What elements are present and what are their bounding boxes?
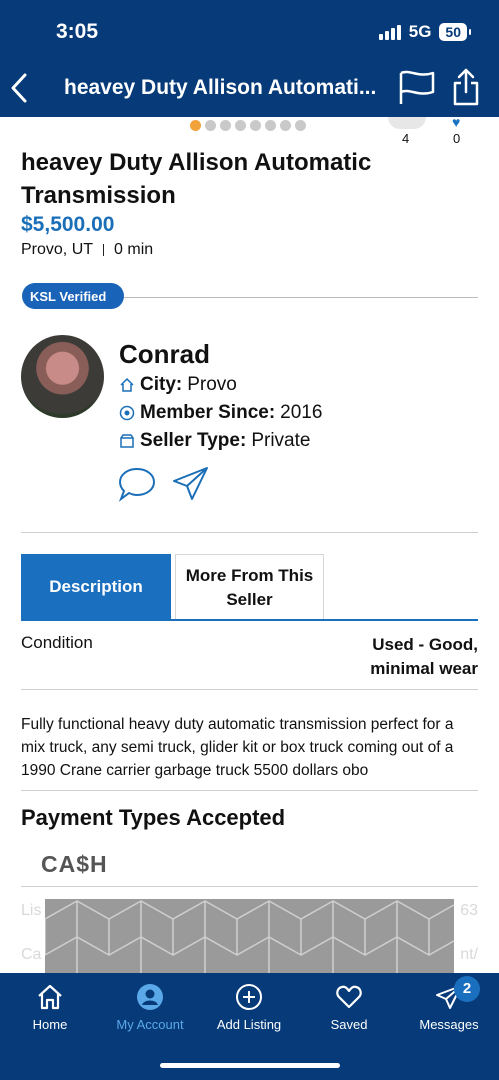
- favorite-heart-icon[interactable]: ♥: [452, 114, 460, 130]
- condition-value: Used - Good, minimal wear: [370, 635, 478, 678]
- seller-city-value: Provo: [187, 374, 237, 395]
- cube-pattern: [45, 900, 454, 974]
- signal-icon: [378, 24, 401, 40]
- network-type: 5G: [408, 22, 432, 41]
- seller-type-value: Private: [251, 430, 311, 451]
- share-icon[interactable]: [452, 68, 480, 106]
- divider: [21, 886, 478, 887]
- tab-saved-label: Saved: [330, 1017, 368, 1032]
- tab-saved[interactable]: Saved: [299, 983, 399, 1032]
- divider: [21, 790, 478, 791]
- messages-count-badge: 2: [454, 976, 480, 1002]
- status-indicators: 5G 50: [378, 22, 471, 42]
- back-chevron-icon[interactable]: [10, 72, 30, 104]
- listing-price: $5,500.00: [21, 213, 115, 236]
- tab-description[interactable]: Description: [21, 554, 171, 620]
- tab-underline: [21, 619, 478, 621]
- tab-messages[interactable]: Messages: [399, 983, 499, 1032]
- tab-home[interactable]: Home: [0, 983, 100, 1032]
- listing-location-row: Provo, UT 0 min: [21, 241, 153, 259]
- seller-member-row: Member Since: 2016: [119, 402, 322, 424]
- ksl-verified-label: KSL Verified: [30, 288, 107, 304]
- ksl-member-icon: [119, 405, 135, 421]
- faded-text: Lis: [21, 902, 42, 919]
- listing-title: heavey Duty Allison Automatic Transmissi…: [21, 149, 372, 209]
- status-time: 3:05: [56, 20, 99, 43]
- separator: [103, 244, 105, 256]
- tab-account-label: My Account: [116, 1017, 184, 1032]
- report-flag-icon[interactable]: [398, 70, 436, 106]
- faded-text: Ca: [21, 946, 42, 963]
- payment-type-cash: CA$H: [41, 851, 108, 877]
- home-icon: [38, 984, 62, 1010]
- seller-city-row: City: Provo: [119, 374, 237, 396]
- ksl-verified-badge: KSL Verified: [22, 283, 124, 309]
- seller-member-label: Member Since:: [140, 402, 276, 423]
- chat-bubble-icon[interactable]: [118, 466, 156, 502]
- home-outline-icon: [120, 377, 134, 392]
- seller-type-row: Seller Type: Private: [119, 430, 310, 452]
- listing-city: Provo, UT: [21, 241, 94, 258]
- tab-messages-label: Messages: [419, 1017, 479, 1032]
- faded-text: 63: [460, 902, 478, 919]
- top-header: 3:05 5G 50 heavey Duty Allison Automati.…: [0, 0, 499, 117]
- send-paper-plane-icon[interactable]: [172, 466, 210, 502]
- favorite-count: 0: [453, 131, 461, 146]
- tab-my-account[interactable]: My Account: [100, 983, 200, 1032]
- tab-add-listing[interactable]: Add Listing: [199, 983, 299, 1032]
- image-count: 4: [402, 131, 410, 146]
- listing-description: Fully functional heavy duty automatic tr…: [21, 716, 454, 779]
- divider: [21, 532, 478, 533]
- tab-home-label: Home: [32, 1017, 68, 1032]
- faded-text: nt/: [460, 946, 478, 963]
- heart-icon: [336, 985, 362, 1009]
- home-indicator[interactable]: [160, 1063, 340, 1068]
- divider: [21, 689, 478, 690]
- gallery-page-dots[interactable]: [190, 120, 306, 131]
- seller-member-value: 2016: [280, 402, 323, 423]
- storefront-icon: [120, 434, 134, 448]
- seller-name[interactable]: Conrad: [119, 339, 210, 370]
- ad-banner[interactable]: [45, 899, 454, 974]
- image-count-button[interactable]: [388, 117, 426, 129]
- condition-label: Condition: [21, 633, 93, 652]
- listing-age: 0 min: [114, 241, 154, 258]
- seller-city-label: City:: [140, 374, 183, 395]
- account-icon: [137, 984, 163, 1010]
- battery-level: 50: [439, 23, 471, 41]
- payment-heading: Payment Types Accepted: [21, 805, 286, 830]
- seller-avatar[interactable]: [21, 335, 104, 418]
- nav-title: heavey Duty Allison Automati...: [64, 76, 377, 99]
- tab-add-label: Add Listing: [216, 1017, 282, 1032]
- tab-more-from-seller[interactable]: More From This Seller: [175, 554, 324, 620]
- seller-type-label: Seller Type:: [140, 430, 247, 451]
- add-circle-icon: [236, 984, 262, 1010]
- divider: [124, 297, 478, 298]
